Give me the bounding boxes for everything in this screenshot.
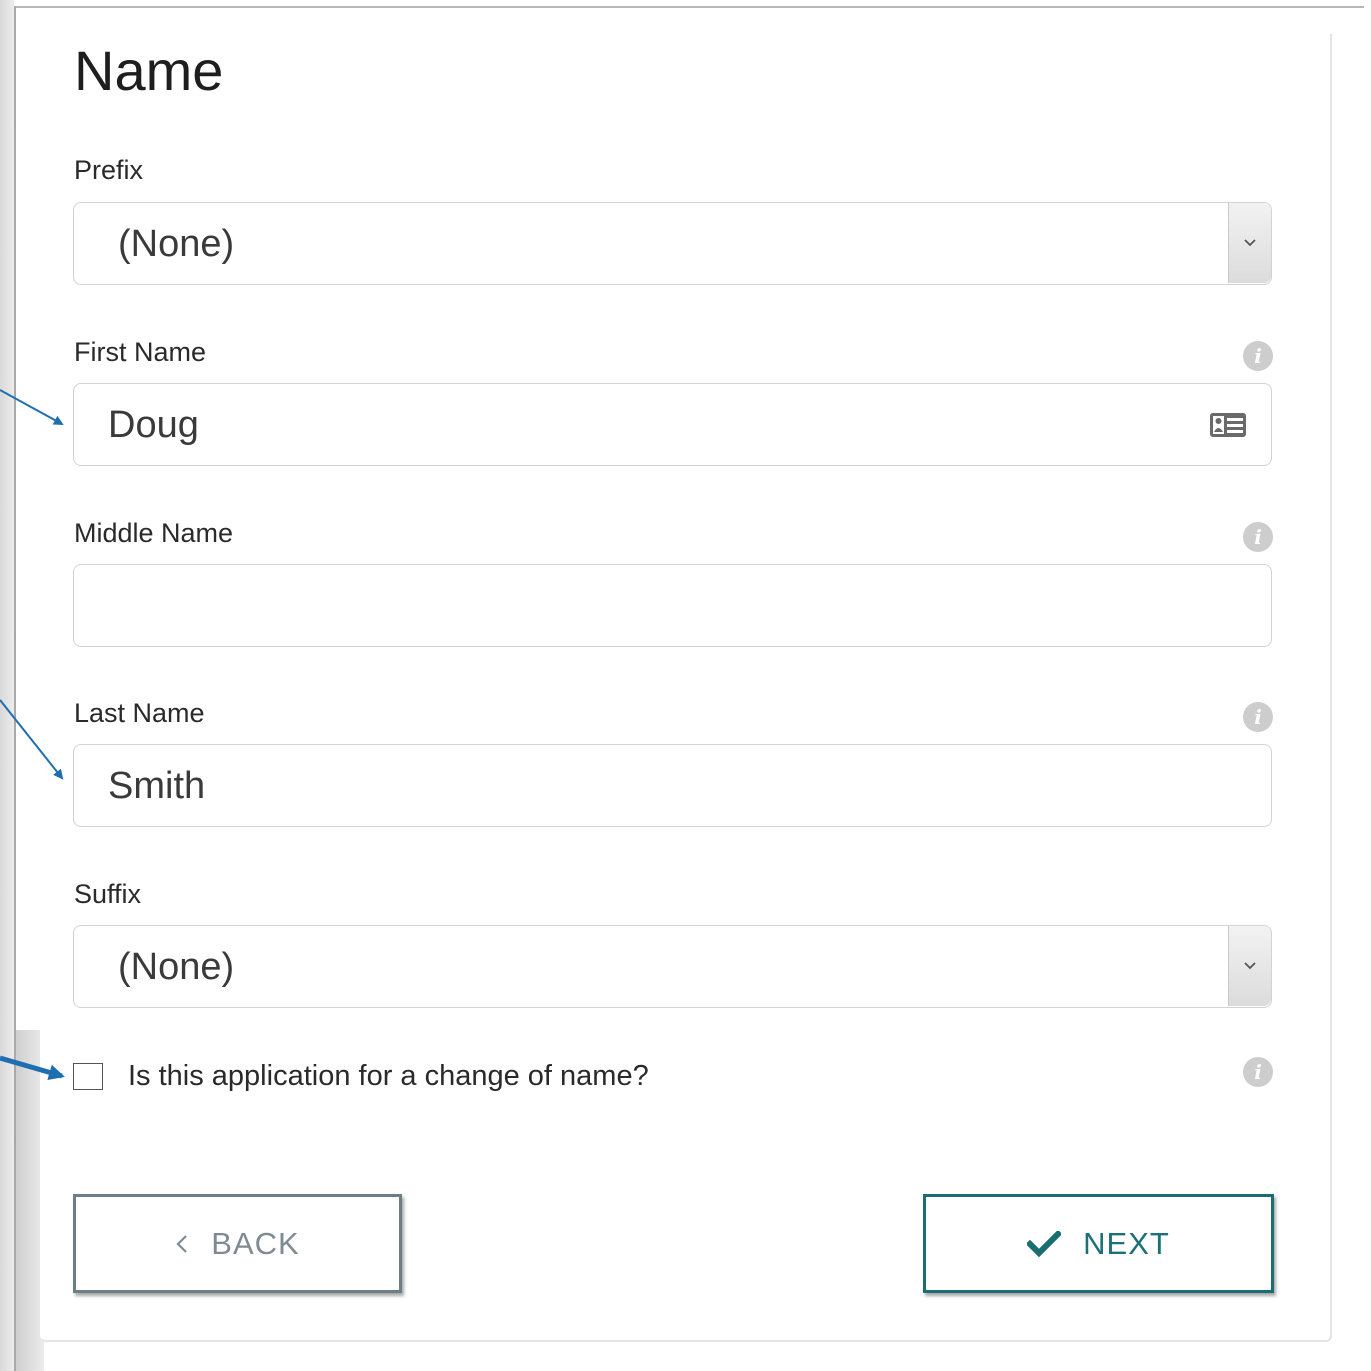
- last-name-value: Smith: [108, 765, 206, 807]
- chevron-left-icon: [175, 1234, 189, 1254]
- suffix-value: (None): [118, 946, 235, 988]
- page-title: Name: [74, 39, 224, 102]
- first-name-field[interactable]: Doug: [73, 383, 1272, 466]
- back-button-label: BACK: [211, 1225, 300, 1261]
- next-button-label: NEXT: [1083, 1225, 1170, 1261]
- info-icon[interactable]: i: [1243, 341, 1273, 371]
- middle-name-label: Middle Name: [74, 518, 234, 548]
- suffix-select[interactable]: (None): [73, 925, 1272, 1008]
- suffix-dropdown-toggle[interactable]: [1228, 926, 1271, 1006]
- prefix-select[interactable]: (None): [73, 202, 1272, 285]
- middle-name-field[interactable]: [73, 564, 1272, 647]
- window-border-top: [14, 6, 1364, 8]
- next-button[interactable]: NEXT: [923, 1194, 1274, 1293]
- prefix-value: (None): [118, 223, 235, 265]
- chevron-down-icon: [1244, 962, 1256, 970]
- suffix-label: Suffix: [74, 879, 142, 909]
- checkmark-icon: [1027, 1230, 1062, 1257]
- background-shade: [0, 0, 14, 1371]
- first-name-value: Doug: [108, 404, 199, 446]
- contact-card-icon[interactable]: [1209, 412, 1247, 438]
- info-icon[interactable]: i: [1243, 702, 1273, 732]
- chevron-down-icon: [1244, 239, 1256, 247]
- change-of-name-checkbox[interactable]: [73, 1063, 103, 1090]
- last-name-field[interactable]: Smith: [73, 744, 1272, 827]
- change-of-name-label[interactable]: Is this application for a change of name…: [128, 1060, 649, 1093]
- last-name-label: Last Name: [74, 698, 205, 728]
- prefix-label: Prefix: [74, 155, 144, 185]
- prefix-dropdown-toggle[interactable]: [1228, 203, 1271, 283]
- info-icon[interactable]: i: [1243, 1057, 1273, 1087]
- back-button[interactable]: BACK: [73, 1194, 402, 1293]
- info-icon[interactable]: i: [1243, 522, 1273, 552]
- first-name-label: First Name: [74, 337, 207, 367]
